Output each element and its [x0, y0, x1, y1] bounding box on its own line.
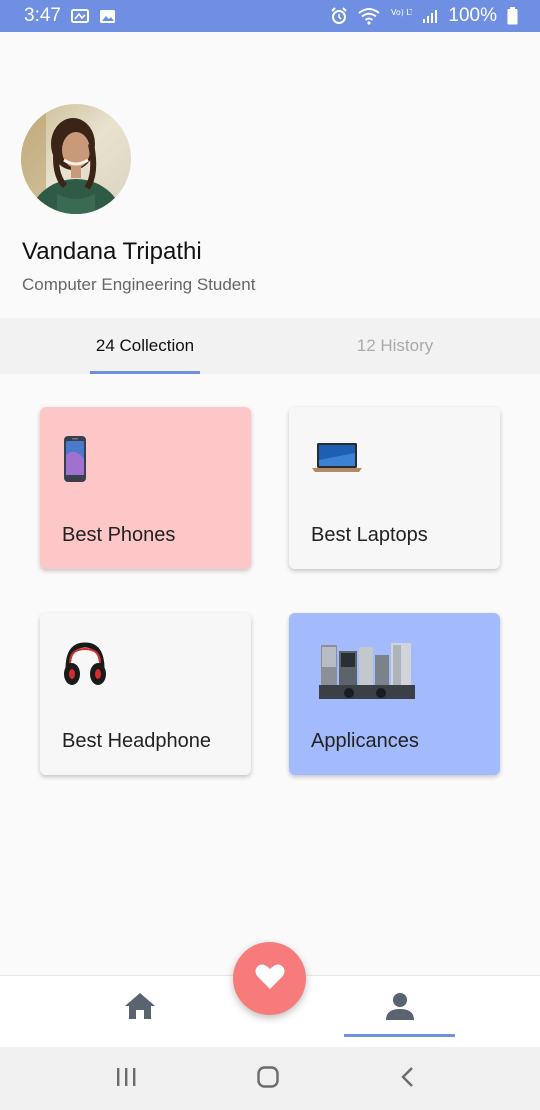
collection-card-phones[interactable]: Best Phones	[40, 407, 251, 569]
tab-history[interactable]: 12 History	[340, 318, 450, 374]
system-nav-bar	[0, 1047, 540, 1110]
headphone-icon	[62, 641, 108, 694]
heart-icon	[255, 963, 285, 995]
tab-collection[interactable]: 24 Collection	[90, 318, 200, 374]
profile-role: Computer Engineering Student	[22, 275, 256, 294]
alarm-icon	[330, 7, 348, 25]
volte-icon: Vo) LTE1	[390, 7, 412, 25]
status-left: 3:47	[24, 5, 116, 27]
collection-card-laptops[interactable]: Best Laptops	[289, 407, 500, 569]
signal-icon	[422, 8, 438, 24]
status-bar: 3:47 Vo) LTE1 100%	[0, 0, 540, 32]
avatar[interactable]	[21, 104, 131, 214]
tab-indicator	[90, 371, 200, 374]
status-right: Vo) LTE1 100%	[330, 5, 518, 27]
recents-icon[interactable]	[115, 1065, 137, 1094]
profile-name: Vandana Tripathi	[22, 238, 202, 265]
tab-bar: 24 Collection 12 History	[0, 318, 540, 374]
gallery-sync-icon	[70, 8, 89, 24]
home-circle-icon[interactable]	[256, 1065, 280, 1094]
collection-card-headphone[interactable]: Best Headphone	[40, 613, 251, 775]
collection-card-appliances[interactable]: Applicances	[289, 613, 500, 775]
profile-icon[interactable]	[383, 990, 417, 1027]
status-time: 3:47	[24, 5, 61, 26]
card-label-phones: Best Phones	[62, 524, 176, 546]
back-icon[interactable]	[398, 1065, 418, 1094]
home-icon[interactable]	[122, 990, 158, 1027]
volte-label: Vo) LTE1	[391, 8, 412, 17]
battery-percent: 100%	[448, 5, 497, 26]
nav-active-indicator	[344, 1034, 455, 1037]
image-icon	[99, 9, 116, 24]
card-label-laptops: Best Laptops	[311, 524, 428, 546]
card-label-appliances: Applicances	[311, 730, 419, 752]
phone-icon	[62, 435, 88, 488]
favorite-fab-button[interactable]	[233, 942, 306, 1015]
appliances-icon	[319, 641, 415, 706]
wifi-icon	[358, 7, 381, 25]
battery-icon	[507, 7, 518, 25]
card-label-headphone: Best Headphone	[62, 730, 212, 752]
laptop-icon	[311, 435, 363, 480]
